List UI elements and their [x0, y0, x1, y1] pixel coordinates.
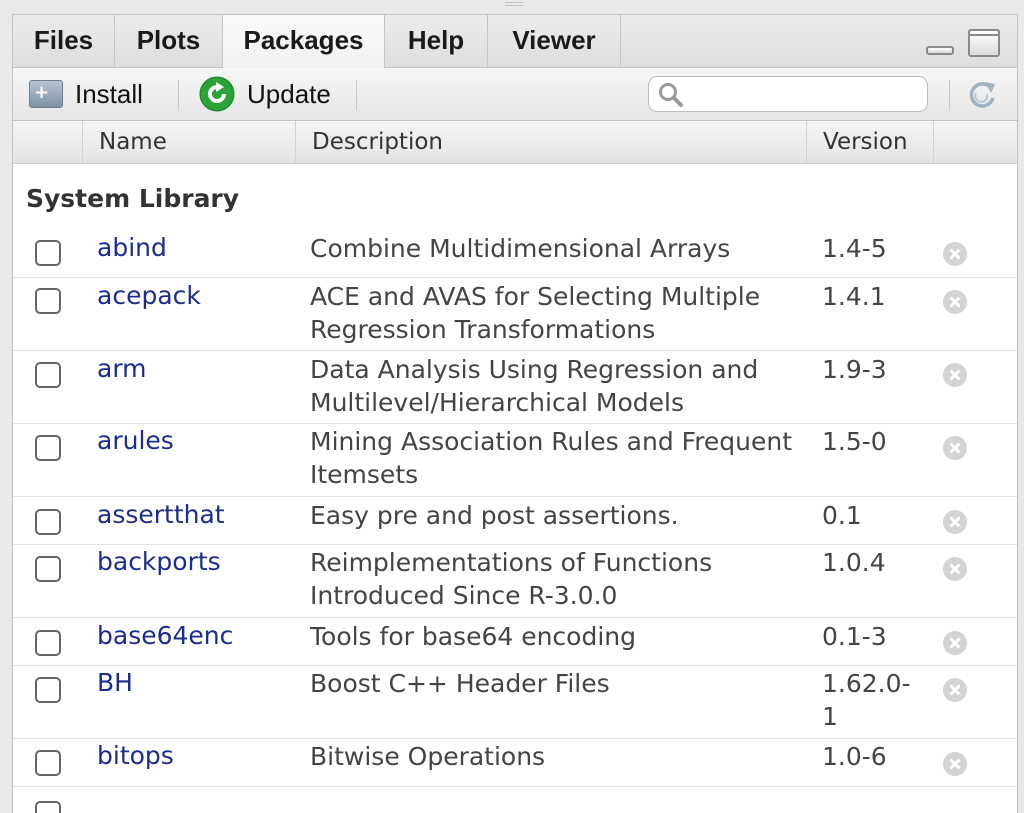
table-header: Name Description Version — [13, 121, 1017, 164]
header-actions — [934, 121, 1017, 163]
package-description: Mining Association Rules and Frequent It… — [310, 427, 793, 489]
package-version: 1.9-3 — [822, 355, 887, 384]
package-checkbox[interactable] — [35, 240, 61, 266]
remove-icon[interactable] — [942, 241, 968, 267]
package-version: 1.5-0 — [822, 427, 887, 456]
package-description: Data Analysis Using Regression and Multi… — [310, 355, 759, 417]
remove-icon[interactable] — [942, 751, 968, 777]
tab-files[interactable]: Files — [13, 15, 115, 67]
package-checkbox[interactable] — [35, 288, 61, 314]
package-name-link[interactable]: arules — [97, 426, 174, 455]
header-name[interactable]: Name — [83, 121, 296, 163]
search-input[interactable] — [689, 81, 923, 109]
tab-viewer[interactable]: Viewer — [488, 15, 621, 67]
package-name-link[interactable]: abind — [97, 233, 167, 262]
package-name-link[interactable]: acepack — [97, 281, 201, 310]
minimize-icon[interactable] — [926, 46, 954, 55]
package-checkbox[interactable] — [35, 435, 61, 461]
maximize-icon[interactable] — [968, 29, 1000, 57]
package-checkbox[interactable] — [35, 677, 61, 703]
package-list: System Library abind Combine Multidimens… — [13, 164, 1017, 813]
refresh-icon[interactable] — [963, 76, 1001, 114]
package-description: ACE and AVAS for Selecting Multiple Regr… — [310, 282, 761, 344]
tab-help[interactable]: Help — [385, 15, 488, 67]
package-checkbox[interactable] — [35, 509, 61, 535]
package-description: Easy pre and post assertions. — [310, 501, 679, 530]
remove-icon[interactable] — [942, 289, 968, 315]
package-version: 0.1 — [822, 501, 862, 530]
search-icon — [659, 83, 683, 107]
package-description: Reimplementations of Functions Introduce… — [310, 548, 713, 610]
package-version: 1.4-5 — [822, 234, 887, 263]
install-label: Install — [75, 78, 143, 109]
package-name-link[interactable]: arm — [97, 354, 147, 383]
table-row: bitops Bitwise Operations 1.0-6 — [13, 739, 1017, 787]
pane-splitter-grip[interactable] — [505, 0, 523, 10]
table-row: arules Mining Association Rules and Freq… — [13, 424, 1017, 497]
header-select-column[interactable] — [13, 121, 83, 163]
package-description: Bitwise Operations — [310, 742, 546, 771]
section-heading: System Library — [26, 184, 240, 213]
remove-icon[interactable] — [942, 509, 968, 535]
package-description: Boost C++ Header Files — [310, 669, 610, 698]
package-description: Tools for base64 encoding — [310, 622, 637, 651]
search-box[interactable] — [648, 76, 928, 112]
table-row: backports Reimplementations of Functions… — [13, 545, 1017, 618]
package-checkbox[interactable] — [35, 630, 61, 656]
package-checkbox[interactable] — [35, 362, 61, 388]
package-checkbox[interactable] — [35, 750, 61, 776]
update-icon — [199, 76, 235, 112]
package-version: 0.1-3 — [822, 622, 887, 651]
package-checkbox[interactable] — [35, 556, 61, 582]
update-label: Update — [247, 78, 331, 109]
package-description: Combine Multidimensional Arrays — [310, 234, 731, 263]
package-name-link[interactable]: BH — [97, 668, 133, 697]
package-version: 1.0-6 — [822, 742, 887, 771]
remove-icon[interactable] — [942, 435, 968, 461]
table-row — [13, 787, 1017, 813]
toolbar: Install Update — [13, 68, 1017, 121]
remove-icon[interactable] — [942, 630, 968, 656]
table-row: base64enc Tools for base64 encoding 0.1-… — [13, 618, 1017, 666]
update-button[interactable]: Update — [199, 68, 331, 120]
table-row: acepack ACE and AVAS for Selecting Multi… — [13, 278, 1017, 351]
package-version: 1.0.4 — [822, 548, 886, 577]
toolbar-divider — [949, 80, 950, 110]
table-row: assertthat Easy pre and post assertions.… — [13, 497, 1017, 545]
install-button[interactable]: Install — [29, 68, 143, 120]
remove-icon[interactable] — [942, 556, 968, 582]
toolbar-divider — [178, 80, 179, 110]
table-row: BH Boost C++ Header Files 1.62.0-1 — [13, 666, 1017, 739]
table-row: arm Data Analysis Using Regression and M… — [13, 351, 1017, 424]
tab-packages[interactable]: Packages — [222, 15, 385, 68]
remove-icon[interactable] — [942, 677, 968, 703]
package-version: 1.62.0-1 — [822, 669, 911, 731]
remove-icon[interactable] — [942, 362, 968, 388]
package-name-link[interactable]: backports — [97, 547, 221, 576]
packages-pane: Files Plots Packages Help Viewer Install… — [12, 14, 1018, 813]
package-name-link[interactable]: base64enc — [97, 621, 233, 650]
install-icon — [29, 80, 63, 108]
package-version: 1.4.1 — [822, 282, 886, 311]
table-row: abind Combine Multidimensional Arrays 1.… — [13, 230, 1017, 278]
tab-plots[interactable]: Plots — [115, 15, 223, 67]
package-checkbox[interactable] — [35, 801, 61, 813]
toolbar-divider — [356, 80, 357, 110]
package-name-link[interactable]: bitops — [97, 741, 174, 770]
header-version[interactable]: Version — [807, 121, 934, 163]
header-description[interactable]: Description — [296, 121, 807, 163]
tab-bar: Files Plots Packages Help Viewer — [13, 15, 1017, 68]
package-name-link[interactable]: assertthat — [97, 500, 225, 529]
